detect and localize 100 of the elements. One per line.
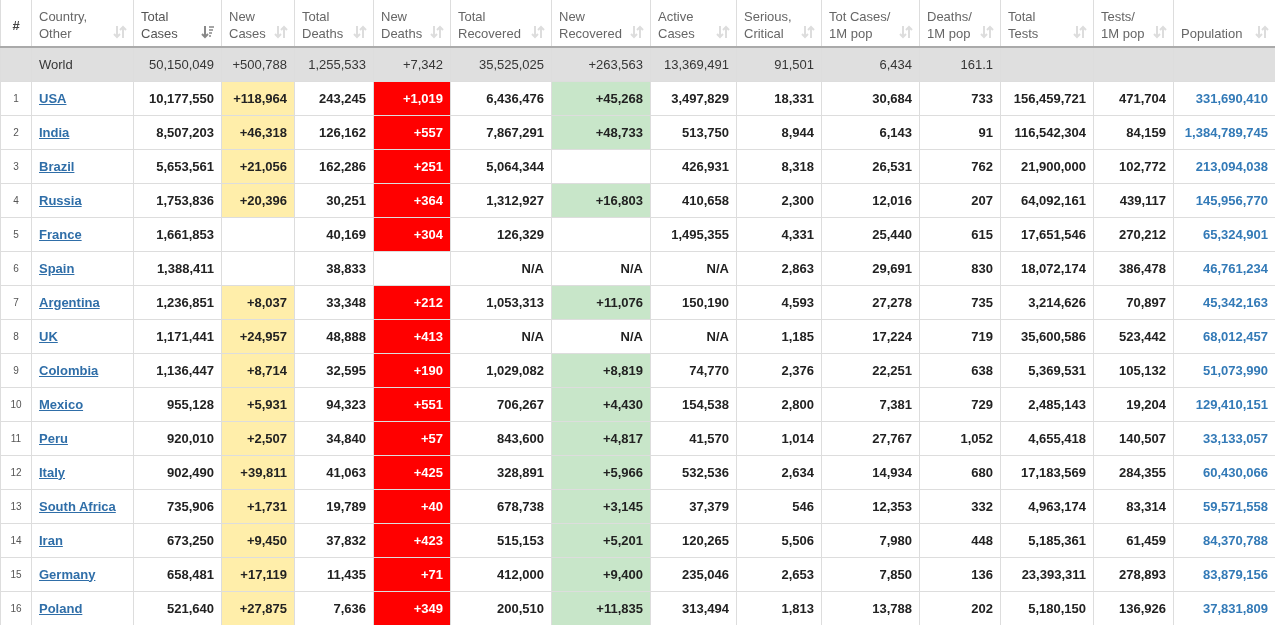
- country-link[interactable]: Iran: [39, 532, 63, 548]
- table-cell: 64,092,161: [1020, 192, 1086, 208]
- table-cell: +304: [373, 217, 451, 251]
- table-cell: 50,150,049: [148, 56, 214, 72]
- table-cell: 162,286: [319, 158, 366, 174]
- table-cell: 843,600: [497, 430, 544, 446]
- table-cell: 27,767: [872, 430, 912, 446]
- table-cell: +27,875: [221, 591, 295, 625]
- table-cell: 5,653,561: [156, 158, 214, 174]
- table-cell: 2,863: [781, 260, 814, 276]
- table-cell: +1,731: [221, 489, 295, 523]
- table-cell: 102,772: [1119, 158, 1166, 174]
- sort-icon[interactable]: [201, 25, 215, 39]
- country-link[interactable]: Italy: [39, 464, 65, 480]
- table-cell: 328,891: [497, 464, 544, 480]
- table-cell: +364: [373, 183, 451, 217]
- table-cell: +557: [373, 115, 451, 149]
- table-cell: 719: [971, 328, 993, 344]
- table-cell: 25,440: [872, 226, 912, 242]
- table-cell: 4,963,174: [1028, 498, 1086, 514]
- table-cell: 1,813: [781, 600, 814, 616]
- country-link[interactable]: Peru: [39, 430, 68, 446]
- table-cell: 7,381: [879, 396, 912, 412]
- table-cell: +7,342: [402, 56, 443, 72]
- table-cell: 410,658: [682, 192, 729, 208]
- table-cell: +40: [373, 489, 451, 523]
- table-cell: 1,053,313: [486, 294, 544, 310]
- table-cell: +251: [373, 149, 451, 183]
- country-link[interactable]: UK: [39, 328, 58, 344]
- table-cell: 5,180,150: [1028, 600, 1086, 616]
- table-cell: 729: [971, 396, 993, 412]
- country-link[interactable]: Spain: [39, 260, 75, 276]
- table-cell: 27,278: [872, 294, 912, 310]
- table-cell: 12,016: [872, 192, 912, 208]
- table-cell: 91,501: [774, 56, 814, 72]
- row-number: 5: [13, 228, 19, 240]
- table-cell: 2,300: [781, 192, 814, 208]
- table-cell: 830: [971, 260, 993, 276]
- table-cell: 284,355: [1119, 464, 1166, 480]
- table-cell: 4,655,418: [1028, 430, 1086, 446]
- table-cell: 200,510: [497, 600, 544, 616]
- table-cell: 270,212: [1119, 226, 1166, 242]
- table-cell: +8,819: [551, 353, 651, 387]
- table-cell: 412,000: [497, 566, 544, 582]
- table-cell: 22,251: [872, 362, 912, 378]
- table-cell: 10,177,550: [148, 90, 214, 106]
- table-cell: N/A: [551, 319, 651, 353]
- table-cell: +5,201: [551, 523, 651, 557]
- table-cell: 11,435: [326, 566, 366, 582]
- table-cell: 91: [978, 124, 993, 140]
- row-number: 7: [13, 296, 19, 308]
- table-cell: 513,750: [682, 124, 729, 140]
- table-cell: +57: [373, 421, 451, 455]
- table-cell: 2,800: [781, 396, 814, 412]
- table-cell: 5,506: [781, 532, 814, 548]
- table-cell: 638: [971, 362, 993, 378]
- table-cell: 7,980: [879, 532, 912, 548]
- table-cell: 332: [971, 498, 993, 514]
- table-cell: 13,369,491: [663, 56, 729, 72]
- country-link[interactable]: India: [39, 124, 70, 140]
- country-link[interactable]: Brazil: [39, 158, 75, 174]
- table-cell: +349: [373, 591, 451, 625]
- table-cell: 120,265: [682, 532, 729, 548]
- table-cell: 439,117: [1119, 192, 1166, 208]
- table-cell: 38,833: [326, 260, 366, 276]
- table-cell: 23,393,311: [1021, 566, 1086, 582]
- table-cell: +9,400: [551, 557, 651, 591]
- table-cell: 5,064,344: [486, 158, 544, 174]
- table-cell: 658,481: [167, 566, 214, 582]
- table-cell: 61,459: [1126, 532, 1166, 548]
- table-cell: 313,494: [682, 600, 729, 616]
- row-number: 4: [13, 194, 19, 206]
- table-cell: 126,329: [497, 226, 544, 242]
- table-cell: +118,964: [221, 81, 295, 115]
- row-number: 10: [10, 398, 22, 410]
- table-cell: 521,640: [167, 600, 214, 616]
- country-link[interactable]: Russia: [39, 192, 82, 208]
- country-link[interactable]: USA: [39, 90, 67, 106]
- table-cell: +24,957: [221, 319, 295, 353]
- table-cell: 471,704: [1119, 90, 1166, 106]
- table-cell: 1,029,082: [486, 362, 544, 378]
- table-cell: +9,450: [221, 523, 295, 557]
- table-cell: 126,162: [319, 124, 366, 140]
- table-cell: +5,966: [551, 455, 651, 489]
- table-cell: 29,691: [872, 260, 912, 276]
- table-cell: 8,944: [781, 124, 814, 140]
- country-link[interactable]: France: [39, 226, 82, 242]
- table-cell: 19,204: [1126, 396, 1166, 412]
- table-cell: 37,832: [326, 532, 366, 548]
- table-cell: 17,183,569: [1020, 464, 1086, 480]
- table-cell: 74,770: [689, 362, 729, 378]
- table-cell: N/A: [521, 328, 544, 344]
- table-cell: 7,867,291: [486, 124, 544, 140]
- table-cell: 12,353: [872, 498, 912, 514]
- table-cell: 7,850: [879, 566, 912, 582]
- table-cell: 17,224: [872, 328, 912, 344]
- table-cell: +20,396: [221, 183, 295, 217]
- table-cell: +423: [373, 523, 451, 557]
- table-cell: 523,442: [1119, 328, 1166, 344]
- table-cell: 154,538: [682, 396, 729, 412]
